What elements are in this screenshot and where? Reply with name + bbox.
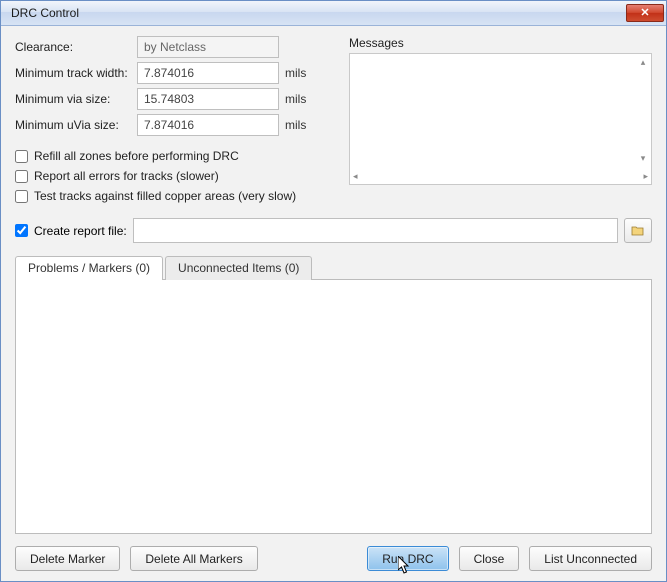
report-all-errors-label: Report all errors for tracks (slower) [34,169,219,183]
results-pane[interactable] [15,279,652,534]
scroll-left-icon[interactable]: ◂ [353,171,358,182]
create-report-checkbox[interactable] [15,224,28,237]
uvia-unit: mils [279,118,313,132]
tab-unconnected[interactable]: Unconnected Items (0) [165,256,312,280]
messages-vertical-scrollbar[interactable]: ▴ ▾ [637,57,649,164]
window-body: Clearance: Minimum track width: mils Min… [1,26,666,581]
track-unit: mils [279,66,313,80]
drc-control-window: DRC Control ✕ Clearance: Minimum track w… [0,0,667,582]
min-via-size-label: Minimum via size: [15,92,137,106]
report-file-input[interactable] [133,218,618,243]
delete-all-markers-button[interactable]: Delete All Markers [130,546,257,571]
refill-zones-label: Refill all zones before performing DRC [34,149,239,163]
min-uvia-size-input[interactable] [137,114,279,136]
close-button[interactable]: Close [459,546,520,571]
window-title: DRC Control [11,6,626,20]
tab-problems[interactable]: Problems / Markers (0) [15,256,163,280]
button-bar: Delete Marker Delete All Markers Run DRC… [15,534,652,571]
run-drc-button[interactable]: Run DRC [367,546,448,571]
scroll-right-icon[interactable]: ▸ [643,171,648,182]
min-via-size-input[interactable] [137,88,279,110]
folder-icon [631,225,645,236]
result-tabs: Problems / Markers (0) Unconnected Items… [15,255,652,279]
list-unconnected-button[interactable]: List Unconnected [529,546,652,571]
browse-report-button[interactable] [624,218,652,243]
refill-zones-checkbox[interactable] [15,150,28,163]
clearance-input [137,36,279,58]
min-track-width-input[interactable] [137,62,279,84]
test-copper-checkbox[interactable] [15,190,28,203]
window-close-button[interactable]: ✕ [626,4,664,22]
titlebar[interactable]: DRC Control ✕ [1,1,666,26]
clearance-label: Clearance: [15,40,137,54]
test-copper-label: Test tracks against filled copper areas … [34,189,296,203]
close-icon: ✕ [640,8,649,19]
create-report-label: Create report file: [34,224,127,238]
scroll-up-icon[interactable]: ▴ [641,57,646,68]
min-uvia-size-label: Minimum uVia size: [15,118,137,132]
scroll-down-icon[interactable]: ▾ [641,153,646,164]
messages-label: Messages [349,36,652,50]
report-all-errors-checkbox[interactable] [15,170,28,183]
via-unit: mils [279,92,313,106]
messages-box[interactable]: ▴ ▾ ◂ ▸ [349,53,652,185]
min-track-width-label: Minimum track width: [15,66,137,80]
messages-horizontal-scrollbar[interactable]: ◂ ▸ [353,170,648,182]
delete-marker-button[interactable]: Delete Marker [15,546,120,571]
